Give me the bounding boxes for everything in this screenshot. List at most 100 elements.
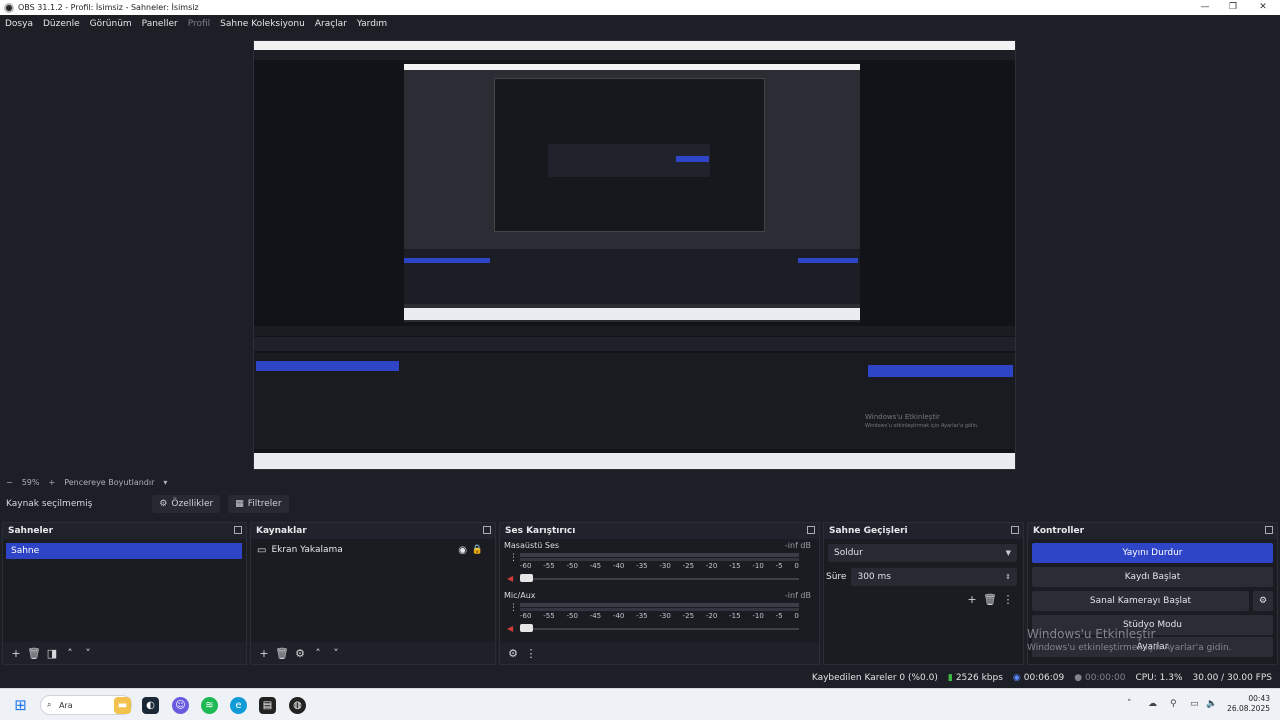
speaker-icon[interactable]: ◀ bbox=[507, 574, 516, 583]
menu-profile[interactable]: Profil bbox=[188, 19, 210, 29]
discord-icon[interactable]: ☺ bbox=[172, 697, 189, 714]
trash-icon[interactable]: 🗑 bbox=[273, 647, 291, 660]
arrow-up-icon[interactable]: ˄ bbox=[61, 647, 79, 660]
undock-icon[interactable] bbox=[1011, 526, 1019, 534]
microphone-icon[interactable]: ◀ bbox=[507, 624, 516, 633]
properties-button[interactable]: ⚙ Özellikler bbox=[152, 495, 221, 513]
volume-slider[interactable] bbox=[520, 578, 799, 580]
mixer-title: Ses Karıştırıcı bbox=[505, 526, 576, 536]
volume-slider-handle[interactable] bbox=[520, 624, 533, 632]
monitor-icon: ▭ bbox=[257, 544, 267, 556]
menu-view[interactable]: Görünüm bbox=[90, 19, 132, 29]
trash-icon[interactable]: 🗑 bbox=[981, 593, 999, 606]
windows-activation-watermark: Windows'u Etkinleştir Windows'u etkinleş… bbox=[1027, 627, 1232, 653]
undock-icon[interactable] bbox=[234, 526, 242, 534]
volume-meter bbox=[520, 553, 799, 557]
volume-meter bbox=[520, 603, 799, 607]
duration-stepper[interactable]: 300 ms ⇕ bbox=[851, 568, 1017, 586]
menu-edit[interactable]: Düzenle bbox=[43, 19, 80, 29]
add-icon[interactable]: + bbox=[963, 593, 981, 606]
edge-browser-icon[interactable]: e bbox=[230, 697, 247, 714]
search-icon: ⌕ bbox=[47, 700, 52, 709]
windows-start-icon[interactable]: ⊞ bbox=[12, 697, 29, 714]
maximize-button[interactable]: ❐ bbox=[1218, 0, 1248, 15]
menu-docks[interactable]: Paneller bbox=[142, 19, 178, 29]
chevron-up-icon[interactable]: ˄ bbox=[1127, 699, 1132, 709]
properties-label: Özellikler bbox=[171, 499, 214, 509]
arrow-down-icon[interactable]: ˅ bbox=[327, 647, 345, 660]
transitions-title: Sahne Geçişleri bbox=[829, 526, 908, 536]
chevron-down-icon: ▼ bbox=[1005, 549, 1011, 557]
volume-meter-peak bbox=[520, 608, 799, 611]
display-icon[interactable]: ▭ bbox=[1190, 699, 1199, 709]
chevron-down-icon[interactable]: ▾ bbox=[163, 478, 167, 487]
zoom-out-button[interactable]: − bbox=[6, 478, 13, 487]
file-explorer-icon[interactable]: ▬ bbox=[114, 697, 131, 714]
nested-menu-bar bbox=[254, 50, 1015, 60]
source-label: Ekran Yakalama bbox=[271, 545, 343, 555]
menu-dots-icon[interactable]: ⋮ bbox=[999, 593, 1017, 606]
audio-mixer-dock: Ses Karıştırıcı Masaüstü Ses -inf dB ⋮ -… bbox=[499, 522, 820, 665]
clock-time: 00:43 bbox=[1248, 694, 1270, 703]
cpu-usage: CPU: 1.3% bbox=[1135, 673, 1183, 683]
obs-logo-icon bbox=[4, 2, 14, 13]
start-recording-button[interactable]: Kaydı Başlat bbox=[1032, 567, 1273, 587]
terminal-icon[interactable]: ▤ bbox=[259, 697, 276, 714]
volume-meter-peak bbox=[520, 558, 799, 561]
spotify-icon[interactable]: ≋ bbox=[201, 697, 218, 714]
start-virtual-camera-button[interactable]: Sanal Kamerayı Başlat bbox=[1032, 591, 1249, 611]
menu-dots-icon[interactable]: ⋮ bbox=[509, 603, 518, 613]
zoom-level: 59% bbox=[21, 477, 40, 487]
add-icon[interactable]: + bbox=[255, 647, 273, 660]
transitions-header: Sahne Geçişleri bbox=[824, 523, 1023, 539]
zoom-in-button[interactable]: + bbox=[48, 478, 55, 487]
scene-item[interactable]: Sahne bbox=[6, 543, 242, 559]
gear-icon[interactable]: ⚙ bbox=[291, 647, 309, 660]
volume-slider-handle[interactable] bbox=[520, 574, 533, 582]
menu-help[interactable]: Yardım bbox=[357, 19, 387, 29]
arrow-down-icon[interactable]: ˅ bbox=[79, 647, 97, 660]
signal-bars-icon: ▮ bbox=[947, 673, 953, 683]
fit-to-window-label[interactable]: Pencereye Boyutlandır bbox=[64, 478, 154, 487]
filters-button[interactable]: ▦ Filtreler bbox=[228, 495, 289, 513]
preview-canvas[interactable]: Windows'u Etkinleştir Windows'u etkinleş… bbox=[253, 40, 1016, 470]
volume-slider[interactable] bbox=[520, 628, 799, 630]
no-source-label: Kaynak seçilmemiş bbox=[6, 499, 93, 509]
menu-dots-icon[interactable]: ⋮ bbox=[522, 647, 540, 660]
virtual-camera-settings-gear-icon[interactable]: ⚙ bbox=[1253, 591, 1273, 611]
undock-icon[interactable] bbox=[1265, 526, 1273, 534]
minimize-button[interactable]: — bbox=[1190, 0, 1220, 15]
record-icon: ● bbox=[1074, 673, 1083, 683]
lock-icon[interactable]: 🔒 bbox=[472, 545, 483, 555]
taskbar-clock[interactable]: 00:43 26.08.2025 bbox=[1227, 694, 1270, 714]
status-bar: Kaybedilen Kareler 0 (%0.0) ▮ 2526 kbps … bbox=[0, 668, 1280, 688]
undock-icon[interactable] bbox=[483, 526, 491, 534]
network-icon[interactable]: ⚲ bbox=[1170, 699, 1177, 709]
eye-icon[interactable]: ◉ bbox=[458, 545, 467, 556]
arrow-up-icon[interactable]: ˄ bbox=[309, 647, 327, 660]
transition-select[interactable]: Soldur ▼ bbox=[828, 544, 1017, 562]
add-icon[interactable]: + bbox=[7, 647, 25, 660]
spin-arrows-icon[interactable]: ⇕ bbox=[1005, 573, 1011, 581]
mixer-toolbar: ⚙ ⋮ bbox=[500, 642, 819, 664]
menu-bar: Dosya Düzenle Görünüm Paneller Profil Sa… bbox=[0, 15, 1280, 32]
menu-scene-collection[interactable]: Sahne Koleksiyonu bbox=[220, 19, 305, 29]
bitrate: 2526 kbps bbox=[955, 673, 1003, 683]
obs-taskbar-icon[interactable]: ◍ bbox=[289, 697, 306, 714]
menu-file[interactable]: Dosya bbox=[5, 19, 33, 29]
volume-icon[interactable]: 🔈 bbox=[1206, 699, 1217, 709]
cloud-icon[interactable]: ☁ bbox=[1148, 699, 1157, 709]
menu-tools[interactable]: Araçlar bbox=[315, 19, 347, 29]
close-button[interactable]: ✕ bbox=[1248, 0, 1278, 15]
source-item[interactable]: ▭ Ekran Yakalama ◉ 🔒 bbox=[257, 541, 489, 559]
stop-stream-button[interactable]: Yayını Durdur bbox=[1032, 543, 1273, 563]
advanced-audio-icon[interactable]: ⚙ bbox=[504, 647, 522, 660]
undock-icon[interactable] bbox=[807, 526, 815, 534]
menu-dots-icon[interactable]: ⋮ bbox=[509, 553, 518, 563]
sources-toolbar: + 🗑 ⚙ ˄ ˅ bbox=[251, 642, 495, 664]
trash-icon[interactable]: 🗑 bbox=[25, 647, 43, 660]
filter-icon[interactable]: ◨ bbox=[43, 647, 61, 660]
db-scale: -60 -55 -50 -45 -40 -35 -30 -25 -20 -15 -10 -5 0 bbox=[520, 562, 799, 570]
zoom-bar: − 59% + Pencereye Boyutlandır ▾ bbox=[0, 475, 1280, 489]
steam-icon[interactable]: ◐ bbox=[142, 697, 159, 714]
